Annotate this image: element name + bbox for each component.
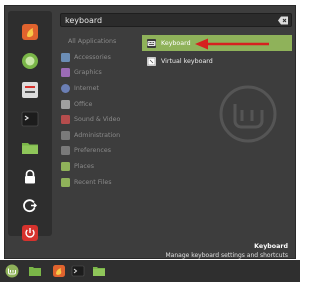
files-icon[interactable] (18, 136, 42, 160)
app-description: Keyboard Manage keyboard settings and sh… (165, 242, 288, 260)
virtual-keyboard-icon (147, 56, 156, 66)
annotation-arrow (195, 38, 269, 50)
favorites-sidebar (8, 11, 52, 241)
category-list: All Applications Accessories Graphics In… (61, 34, 139, 190)
administration-icon (61, 130, 70, 140)
preferences-icon (61, 146, 70, 156)
search-input[interactable]: keyboard (60, 13, 292, 27)
software-manager-icon[interactable] (18, 49, 42, 73)
lock-screen-icon[interactable] (18, 165, 42, 189)
sound-video-icon (61, 115, 70, 125)
settings-icon[interactable] (18, 78, 42, 102)
application-menu: keyboard All Applications Accessories Gr… (4, 5, 296, 259)
graphics-icon (61, 68, 70, 78)
firefox-icon[interactable] (18, 20, 42, 44)
category-sound-video[interactable]: Sound & Video (61, 112, 139, 128)
result-virtual-keyboard[interactable]: Virtual keyboard (142, 53, 292, 69)
category-recent-files[interactable]: Recent Files (61, 174, 139, 190)
taskbar-files-icon[interactable] (27, 263, 43, 279)
description-text: Manage keyboard settings and shortcuts (165, 252, 288, 259)
internet-icon (61, 84, 70, 94)
taskbar-folder-icon[interactable] (91, 263, 107, 279)
category-office[interactable]: Office (61, 96, 139, 112)
recent-files-icon (61, 177, 70, 187)
search-query: keyboard (65, 16, 103, 25)
terminal-icon[interactable] (18, 107, 42, 131)
places-icon (61, 162, 70, 172)
category-graphics[interactable]: Graphics (61, 65, 139, 81)
taskbar-firefox-icon[interactable] (51, 263, 67, 279)
clear-search-icon[interactable] (278, 16, 288, 25)
mint-logo-watermark (219, 85, 277, 143)
description-title: Keyboard (254, 243, 288, 250)
category-internet[interactable]: Internet (61, 81, 139, 97)
taskbar-terminal-icon[interactable] (70, 263, 86, 279)
power-icon[interactable] (18, 221, 42, 245)
category-accessories[interactable]: Accessories (61, 50, 139, 66)
menu-button[interactable] (4, 263, 20, 279)
taskbar (0, 260, 300, 282)
category-all-applications[interactable]: All Applications (61, 34, 139, 50)
office-icon (61, 99, 70, 109)
category-places[interactable]: Places (61, 159, 139, 175)
category-preferences[interactable]: Preferences (61, 143, 139, 159)
keyboard-icon (147, 38, 156, 48)
category-administration[interactable]: Administration (61, 128, 139, 144)
logout-icon[interactable] (18, 194, 42, 218)
mint-menu-icon (5, 264, 19, 278)
accessories-icon (61, 52, 70, 62)
